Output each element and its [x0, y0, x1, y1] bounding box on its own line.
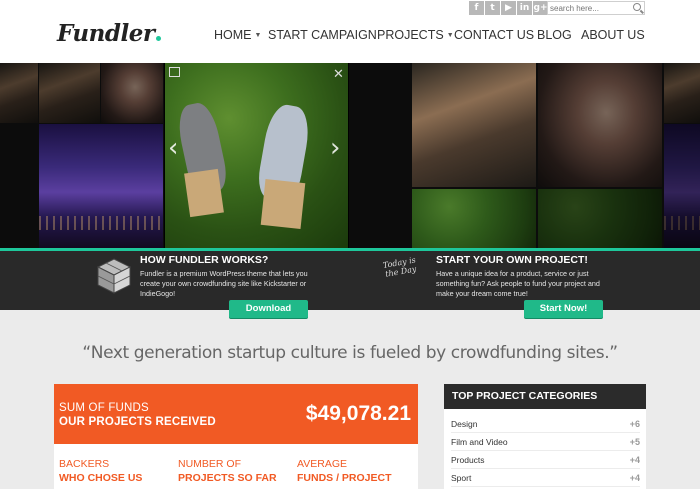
stat-backers-sublabel: WHO CHOSE US [59, 472, 143, 484]
nav-contact-us[interactable]: CONTACT US [454, 28, 534, 42]
stat-average-sublabel: FUNDS / PROJECT [297, 472, 392, 484]
nav-blog[interactable]: BLOG [537, 28, 572, 42]
site-header: Fundler f t ▶ in g+ HOME▼ START CAMPAIGN… [0, 0, 700, 63]
nav-home[interactable]: HOME ▼ [214, 28, 261, 42]
start-now-button[interactable]: Start Now! [524, 300, 603, 318]
chevron-down-icon: ▼ [254, 32, 262, 39]
facebook-icon[interactable]: f [469, 1, 484, 15]
slider-thumb[interactable] [538, 63, 662, 187]
category-count: +4 [629, 455, 640, 465]
top-categories-panel: TOP PROJECT CATEGORIES Design +6 Film and… [444, 384, 646, 489]
funds-amount: $49,078.21 [305, 402, 411, 425]
search-icon[interactable] [633, 3, 641, 11]
slider-thumb[interactable] [39, 63, 100, 123]
nav-start-campaign[interactable]: START CAMPAIGN [268, 28, 377, 42]
slider-thumb[interactable] [664, 63, 700, 123]
slider-main-photo[interactable] [164, 63, 349, 248]
today-is-the-day-badge: Today is the Day [382, 255, 418, 279]
how-it-works-text: Fundler is a premium WordPress theme tha… [140, 269, 308, 298]
category-row[interactable]: Film and Video +5 [451, 433, 640, 451]
category-row[interactable]: Products +4 [451, 451, 640, 469]
slider-thumb[interactable] [101, 63, 163, 123]
funds-stats: BACKERS WHO CHOSE US NUMBER OF PROJECTS … [54, 444, 418, 489]
slider-thumb[interactable] [39, 124, 163, 248]
expand-icon[interactable] [169, 67, 180, 77]
funds-summary: SUM OF FUNDS OUR PROJECTS RECEIVED $49,0… [54, 384, 418, 444]
site-logo[interactable]: Fundler [57, 20, 162, 47]
how-it-works-title: HOW FUNDLER WORKS? [140, 254, 269, 266]
stat-projects-label: NUMBER OF [178, 458, 241, 470]
chevron-right-icon[interactable]: › [330, 133, 340, 163]
stat-backers-label: BACKERS [59, 458, 110, 470]
funds-label: SUM OF FUNDS [59, 402, 149, 414]
funds-sublabel: OUR PROJECTS RECEIVED [59, 416, 216, 428]
logo-dot [156, 36, 162, 41]
category-row[interactable]: Sport +4 [451, 469, 640, 487]
slider-thumb[interactable] [664, 124, 700, 248]
download-button[interactable]: Download [229, 300, 308, 318]
slider-thumb[interactable] [0, 63, 38, 123]
category-count: +5 [629, 437, 640, 447]
nav-projects[interactable]: PROJECTS ▼ [377, 28, 454, 42]
slider-thumb[interactable] [538, 189, 662, 248]
photo-bag [184, 168, 224, 218]
search-input[interactable] [550, 2, 628, 14]
close-icon[interactable]: ✕ [333, 67, 344, 82]
chevron-left-icon[interactable]: ‹ [168, 133, 178, 163]
categories-title: TOP PROJECT CATEGORIES [444, 384, 646, 409]
photo-bag [260, 179, 306, 229]
search-box [547, 1, 645, 15]
image-slider: ✕ ‹ › [0, 63, 700, 248]
google-plus-icon[interactable]: g+ [533, 1, 548, 15]
social-links: f t ▶ in g+ [469, 1, 548, 15]
start-project-text: Have a unique idea for a product, servic… [436, 269, 600, 298]
category-count: +4 [629, 473, 640, 483]
category-row[interactable]: Design +6 [451, 415, 640, 433]
category-count: +6 [629, 419, 640, 429]
tagline-quote: “Next generation startup culture is fuel… [82, 343, 618, 363]
nav-about-us[interactable]: ABOUT US [581, 28, 645, 42]
stat-average-label: AVERAGE [297, 458, 347, 470]
slider-thumb[interactable] [412, 63, 536, 187]
chevron-down-icon: ▼ [446, 32, 454, 39]
slider-thumb[interactable] [412, 189, 536, 248]
linkedin-icon[interactable]: in [517, 1, 532, 15]
stat-projects-sublabel: PROJECTS SO FAR [178, 472, 277, 484]
cube-icon [96, 258, 132, 294]
youtube-icon[interactable]: ▶ [501, 1, 516, 15]
twitter-icon[interactable]: t [485, 1, 500, 15]
start-project-title: START YOUR OWN PROJECT! [436, 254, 588, 266]
